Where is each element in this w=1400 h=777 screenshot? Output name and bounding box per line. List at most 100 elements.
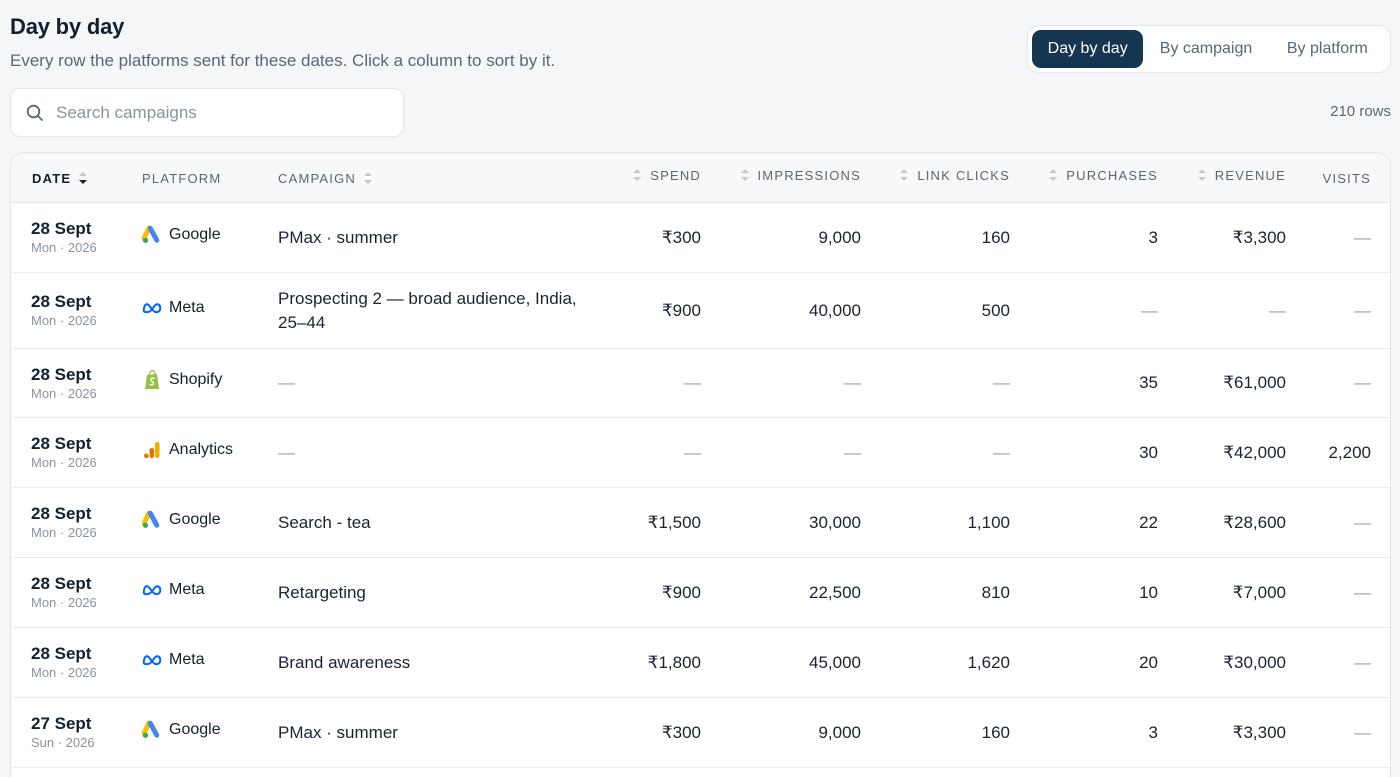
table-row[interactable]: 28 Sept Mon · 2026 Google Search - tea ₹1,50…: [11, 488, 1390, 558]
revenue-cell: ₹7,000: [1232, 582, 1286, 602]
column-header-purchases[interactable]: PURCHASES: [1021, 153, 1158, 200]
link-clicks-cell: 160: [981, 722, 1010, 742]
campaign-cell: Retargeting: [278, 558, 608, 627]
date-label: 28 Sept: [31, 364, 92, 384]
table-row[interactable]: 28 Sept Mon · 2026 Meta Retargeting ₹900 22,5…: [11, 558, 1390, 628]
date-label: 28 Sept: [31, 219, 92, 238]
date-label: 28 Sept: [31, 574, 92, 593]
column-header-spend[interactable]: SPEND: [571, 153, 701, 200]
column-header-link-clicks[interactable]: LINK CLICKS: [871, 153, 1010, 200]
table-row[interactable]: 28 Sept Mon · 2026 Shopify — — — — 35 ₹61,000 —: [11, 349, 1390, 418]
table-row[interactable]: 28 Sept Mon · 2026 Google PMax · summer ₹300…: [11, 203, 1390, 273]
platform-cell: Meta: [142, 558, 205, 627]
tab-by-platform[interactable]: By platform: [1269, 30, 1386, 68]
campaign-label: PMax · summer: [278, 227, 398, 247]
purchases-cell: 22: [1139, 512, 1158, 532]
weekday-year-label: Mon · 2026: [31, 525, 97, 540]
purchases-cell: 20: [1139, 652, 1158, 672]
visits-cell: —: [1354, 722, 1371, 742]
campaign-label: Search - tea: [278, 512, 371, 532]
meta-logo-icon: [142, 650, 162, 670]
platform-cell: Google: [142, 698, 221, 767]
google-logo-icon: [142, 720, 162, 740]
column-header-visits[interactable]: VISITS: [1291, 153, 1371, 203]
tab-day-by-day[interactable]: Day by day: [1032, 30, 1144, 68]
table-body: 28 Sept Mon · 2026 Google PMax · summer ₹300…: [11, 203, 1390, 768]
column-header-revenue[interactable]: REVENUE: [1161, 153, 1286, 200]
table-header: DATE PLATFORM CAMPAIGN SPEND IMPRESSIONS…: [11, 153, 1390, 203]
page-title: Day by day: [10, 14, 125, 39]
visits-cell: —: [1354, 512, 1371, 532]
meta-logo-icon: [142, 580, 162, 600]
sort-icon: [363, 172, 372, 184]
google-logo-icon: [142, 510, 162, 530]
tab-by-campaign[interactable]: By campaign: [1143, 30, 1268, 68]
purchases-cell: 3: [1148, 227, 1158, 247]
campaign-label: Brand awareness: [278, 652, 411, 672]
table-row[interactable]: 28 Sept Mon · 2026 Analytics — — — — 30 ₹42,000 2…: [11, 418, 1390, 488]
date-label: 28 Sept: [31, 292, 92, 311]
campaign-label: Prospecting 2 — broad audience, India, 2…: [278, 288, 577, 332]
campaign-cell: PMax · summer: [278, 698, 608, 767]
impressions-cell: 9,000: [818, 722, 861, 742]
weekday-year-label: Mon · 2026: [31, 240, 97, 255]
column-header-campaign[interactable]: CAMPAIGN: [278, 153, 372, 203]
spend-cell: ₹900: [661, 300, 701, 320]
visits-cell: —: [1354, 300, 1371, 320]
column-header-impressions[interactable]: IMPRESSIONS: [711, 153, 861, 200]
impressions-cell: 30,000: [809, 512, 861, 532]
link-clicks-cell: —: [993, 442, 1010, 462]
impressions-cell: 40,000: [809, 300, 861, 320]
spend-cell: ₹300: [661, 722, 701, 742]
revenue-cell: ₹28,600: [1223, 512, 1286, 532]
date-cell: 28 Sept Mon · 2026: [31, 273, 97, 348]
weekday-year-label: Mon · 2026: [31, 595, 97, 610]
campaign-label: Retargeting: [278, 582, 366, 602]
page-subtitle: Every row the platforms sent for these d…: [10, 51, 556, 70]
search-input[interactable]: [56, 102, 376, 123]
sort-icon: [633, 169, 642, 181]
platform-cell: Google: [142, 203, 221, 272]
weekday-year-label: Mon · 2026: [31, 385, 97, 401]
analytics-logo-icon: [142, 440, 162, 460]
shopify-logo-icon: [142, 369, 162, 390]
table-row[interactable]: 28 Sept Mon · 2026 Meta Prospecting 2 — bro…: [11, 273, 1390, 349]
column-header-platform[interactable]: PLATFORM: [142, 153, 221, 203]
sort-icon: [1049, 169, 1058, 181]
date-cell: 28 Sept Mon · 2026: [31, 203, 97, 272]
search-box: [10, 88, 404, 137]
campaign-label: PMax · summer: [278, 722, 398, 742]
visits-cell: —: [1354, 652, 1371, 672]
campaign-cell: Prospecting 2 — broad audience, India, 2…: [278, 273, 608, 348]
revenue-cell: ₹3,300: [1232, 722, 1286, 742]
platform-cell: Shopify: [142, 349, 222, 417]
data-table: DATE PLATFORM CAMPAIGN SPEND IMPRESSIONS…: [10, 152, 1391, 777]
date-label: 27 Sept: [31, 714, 92, 733]
visits-cell: —: [1354, 227, 1371, 247]
table-row[interactable]: 27 Sept Sun · 2026 Google PMax · summer ₹300…: [11, 698, 1390, 768]
table-row[interactable]: 28 Sept Mon · 2026 Meta Brand awareness ₹1,8…: [11, 628, 1390, 698]
column-header-date[interactable]: DATE: [32, 153, 88, 203]
platform-cell: Meta: [142, 628, 205, 697]
link-clicks-cell: 500: [981, 300, 1010, 320]
revenue-cell: ₹42,000: [1223, 442, 1286, 462]
meta-logo-icon: [142, 298, 162, 318]
date-cell: 28 Sept Mon · 2026: [31, 488, 97, 557]
platform-label: Meta: [169, 580, 205, 598]
visits-cell: —: [1354, 373, 1371, 392]
impressions-cell: 45,000: [809, 652, 861, 672]
google-logo-icon: [142, 225, 162, 245]
impressions-cell: 9,000: [818, 227, 861, 247]
campaign-label: —: [278, 442, 295, 462]
platform-cell: Meta: [142, 273, 205, 348]
spend-cell: ₹300: [661, 227, 701, 247]
link-clicks-cell: —: [993, 373, 1010, 392]
sort-icon: [740, 169, 749, 181]
campaign-cell: Search - tea: [278, 488, 608, 557]
weekday-year-label: Mon · 2026: [31, 665, 97, 680]
revenue-cell: ₹3,300: [1232, 227, 1286, 247]
platform-label: Analytics: [169, 440, 234, 458]
visits-cell: —: [1354, 582, 1371, 602]
link-clicks-cell: 810: [981, 582, 1010, 602]
sort-desc-icon: [79, 172, 88, 184]
